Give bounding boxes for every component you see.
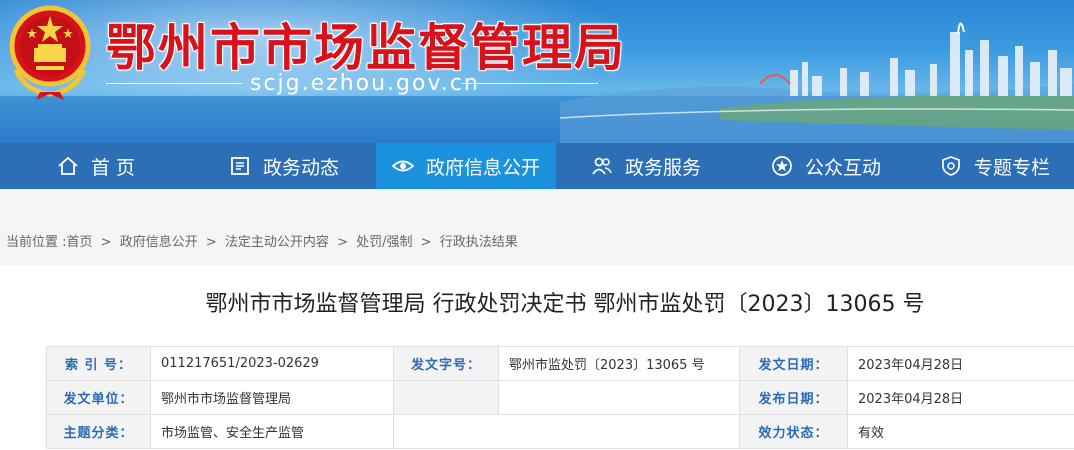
breadcrumb-link-home[interactable]: 首页 (67, 235, 93, 250)
url-divider-right (462, 83, 598, 84)
publish-date-label: 发布日期： (739, 380, 848, 415)
city-skyline-image (560, 22, 1074, 143)
breadcrumb-link-enforcement-results[interactable]: 行政执法结果 (440, 235, 518, 250)
nav-label-interaction: 公众互动 (804, 156, 881, 179)
article-title: 鄂州市市场监督管理局 行政处罚决定书 鄂州市监处罚〔2023〕13065 号 (205, 292, 925, 317)
index-label: 索 引 号： (46, 346, 151, 381)
national-emblem-logo (9, 5, 91, 100)
index-value: 011217651/2023-02629 (150, 346, 394, 381)
empty-cell (393, 380, 499, 415)
breadcrumb-separator: > (420, 235, 432, 250)
status-value: 有效 (847, 414, 1074, 449)
table-row: 发文单位： 鄂州市市场监督管理局 发布日期： 2023年04月28日 (46, 380, 1074, 415)
nav-item-services[interactable]: 政务服务 (556, 143, 736, 189)
table-row: 索 引 号： 011217651/2023-02629 发文字号： 鄂州市监处罚… (46, 346, 1074, 381)
topic-value: 市场监管、安全生产监管 (150, 414, 394, 449)
badge-icon (940, 155, 962, 177)
home-icon (57, 155, 79, 177)
nav-item-home[interactable]: 首 页 (0, 143, 192, 189)
empty-cell (498, 380, 740, 415)
topic-label: 主题分类： (46, 414, 151, 449)
breadcrumb-band: 当前位置 :首页 > 政府信息公开 > 法定主动公开内容 > 处罚/强制 > 行… (0, 189, 1074, 265)
site-banner: 鄂州市市场监督管理局 scjg.ezhou.gov.cn (0, 0, 1074, 143)
status-label: 效力状态： (739, 414, 848, 449)
nav-label-topics: 专题专栏 (973, 156, 1050, 179)
nav-item-topics[interactable]: 专题专栏 (916, 143, 1074, 189)
document-meta-table: 索 引 号： 011217651/2023-02629 发文字号： 鄂州市监处罚… (46, 346, 1074, 449)
nav-label-home: 首 页 (90, 156, 136, 179)
nav-item-info-disclosure[interactable]: 政府信息公开 (376, 143, 556, 189)
news-icon (229, 155, 251, 177)
breadcrumb-separator: > (100, 235, 112, 250)
breadcrumb-prefix: 当前位置 : (6, 235, 67, 250)
nav-item-news[interactable]: 政务动态 (192, 143, 376, 189)
url-divider-left (106, 83, 242, 84)
site-url: scjg.ezhou.gov.cn (250, 71, 480, 96)
people-icon (591, 155, 613, 177)
main-nav: 首 页 政务动态 政府信息公开 政务服务 公众互动 专题专栏 (0, 143, 1074, 189)
breadcrumb-link-info-disclosure[interactable]: 政府信息公开 (120, 235, 198, 250)
breadcrumb-separator: > (337, 235, 348, 250)
empty-cell (498, 414, 740, 449)
issue-date-label: 发文日期： (739, 346, 848, 381)
breadcrumb-link-penalty[interactable]: 处罚/强制 (356, 235, 412, 250)
publish-date-value: 2023年04月28日 (847, 380, 1074, 415)
nav-label-services: 政务服务 (624, 156, 701, 179)
unit-label: 发文单位： (46, 380, 151, 415)
eye-icon (391, 155, 414, 177)
empty-cell (393, 414, 499, 449)
star-icon (771, 155, 793, 177)
breadcrumb-separator: > (205, 235, 217, 250)
nav-label-info-disclosure: 政府信息公开 (425, 156, 540, 179)
unit-value: 鄂州市市场监督管理局 (150, 380, 394, 415)
nav-item-interaction[interactable]: 公众互动 (736, 143, 916, 189)
issue-date-value: 2023年04月28日 (847, 346, 1074, 381)
nav-label-news: 政务动态 (262, 156, 339, 179)
table-row: 主题分类： 市场监管、安全生产监管 效力状态： 有效 (46, 414, 1074, 449)
breadcrumb-link-statutory-content[interactable]: 法定主动公开内容 (225, 235, 329, 250)
doc-no-value: 鄂州市监处罚〔2023〕13065 号 (498, 346, 740, 381)
doc-no-label: 发文字号： (393, 346, 499, 381)
site-title: 鄂州市市场监督管理局 (106, 19, 626, 77)
breadcrumb: 当前位置 :首页 > 政府信息公开 > 法定主动公开内容 > 处罚/强制 > 行… (6, 231, 518, 250)
